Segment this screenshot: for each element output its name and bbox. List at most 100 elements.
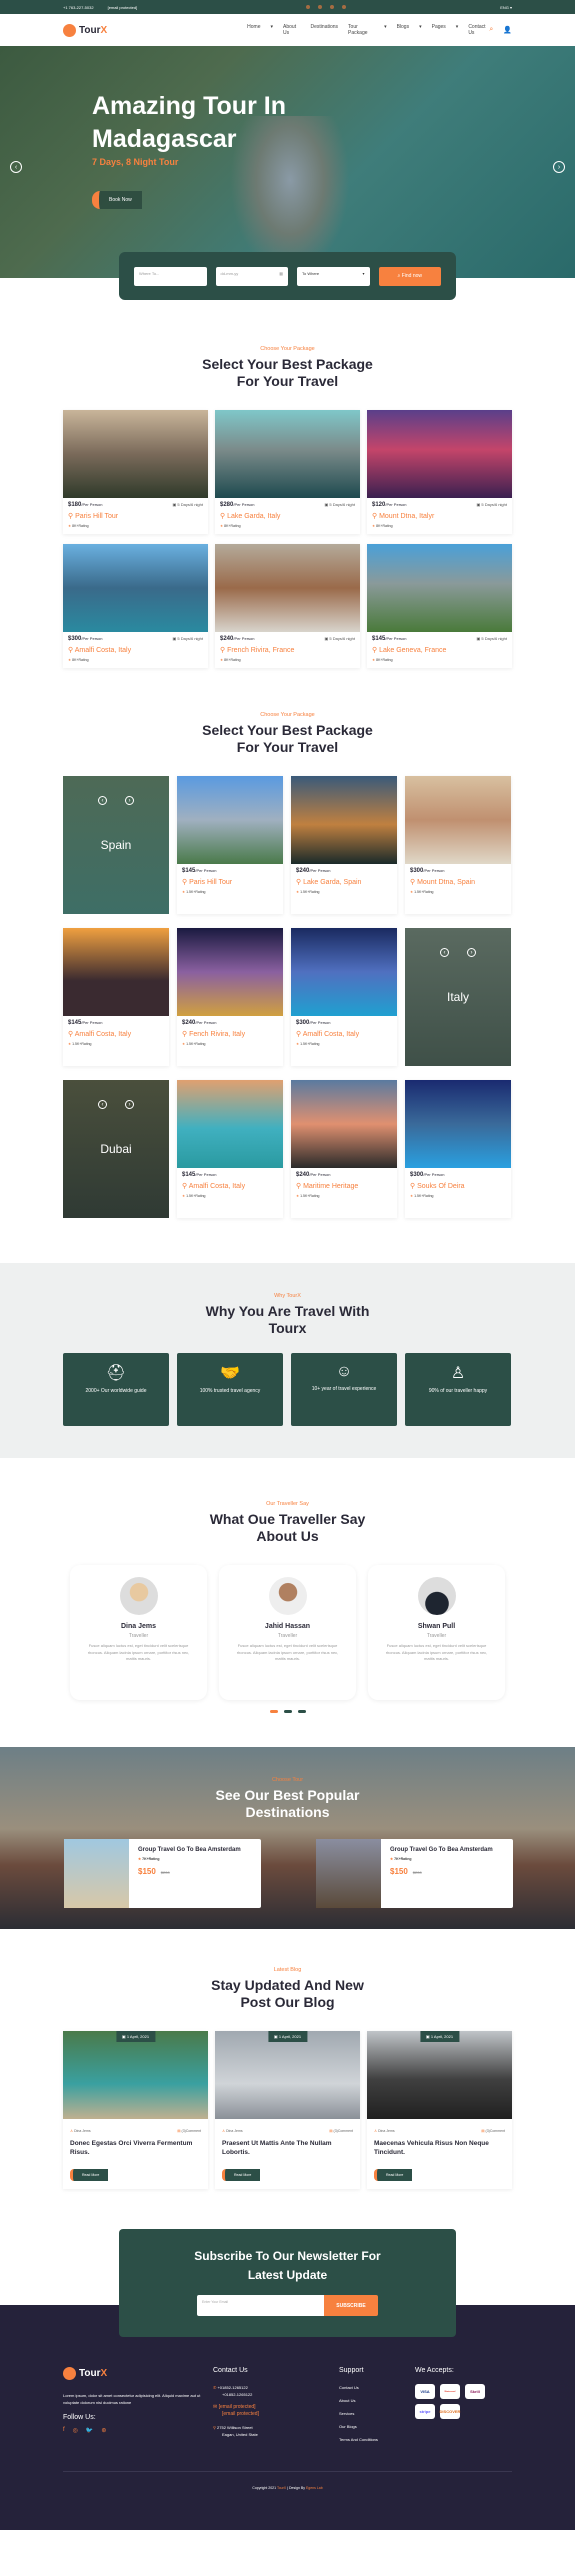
footer-logo[interactable]: Tour X: [63, 2367, 203, 2380]
support-link[interactable]: Contact Us: [339, 2384, 415, 2391]
package-image[interactable]: [291, 776, 397, 864]
nav-item-blogs[interactable]: Blogs: [397, 24, 410, 36]
email-text[interactable]: [email protected]: [108, 5, 138, 10]
package-card[interactable]: $300/Per Person ▣ 5 Days/6 night ⚲ Amalfi …: [63, 544, 208, 668]
package-image[interactable]: [177, 928, 283, 1016]
city-card[interactable]: ‹ › Italy: [405, 928, 511, 1066]
package-title[interactable]: ⚲ Maritime Heritage: [296, 1182, 392, 1190]
package-title[interactable]: ⚲ Amalfi Costa, Italy: [68, 1030, 164, 1038]
nav-item-pages[interactable]: Pages: [432, 24, 446, 36]
search-icon[interactable]: ⌕: [489, 26, 493, 34]
package-image[interactable]: [63, 928, 169, 1016]
author[interactable]: ♙ Dina Jems: [70, 2129, 91, 2133]
phone-1[interactable]: +01852-1265122: [217, 2385, 247, 2390]
read-more-button[interactable]: Read More: [70, 2169, 109, 2181]
blog-title[interactable]: Praesent Ut Mattis Ante The Nullam Lobor…: [215, 2133, 360, 2163]
chevron-right-icon[interactable]: ›: [125, 1100, 134, 1109]
package-image[interactable]: [215, 544, 360, 632]
package-image[interactable]: [177, 776, 283, 864]
email-2[interactable]: [email protected]: [222, 2411, 259, 2417]
package-title[interactable]: ⚲ French Rivira, France: [220, 646, 355, 654]
chevron-left-icon[interactable]: ‹: [98, 1100, 107, 1109]
where-input[interactable]: Where To...: [134, 266, 207, 286]
book-now-button[interactable]: Book Now: [92, 191, 142, 209]
instagram-icon[interactable]: [305, 4, 310, 9]
nav-item-destinations[interactable]: Destinations: [311, 24, 339, 36]
destination-title[interactable]: Group Travel Go To Bea Amsterdam: [138, 1847, 241, 1853]
destination-image[interactable]: [64, 1839, 129, 1908]
package-card[interactable]: $120/Per Person ▣ 5 Days/6 night ⚲ Mount D…: [367, 410, 512, 534]
chevron-left-icon[interactable]: ‹: [10, 161, 22, 173]
email-1[interactable]: [email protected]: [219, 2404, 256, 2410]
package-image[interactable]: [405, 1080, 511, 1168]
package-card[interactable]: $145/Per Person ▣ 5 Days/6 night ⚲ Lake Ge…: [367, 544, 512, 668]
dribbble-icon[interactable]: ⊛: [101, 2427, 106, 2434]
copyright-brand-link[interactable]: TourX: [277, 2486, 286, 2490]
destination-image[interactable]: [316, 1839, 381, 1908]
package-card[interactable]: $145/Per Person ⚲ Paris Hill Tour ★ 1.5K+R…: [177, 776, 283, 914]
package-image[interactable]: [367, 544, 512, 632]
nav-item-about-us[interactable]: About Us: [283, 24, 301, 36]
blog-title[interactable]: Maecenas Vehicula Risus Non Neque Tincid…: [367, 2133, 512, 2163]
comments[interactable]: ▤ (3)Comment: [177, 2129, 201, 2133]
dot[interactable]: [269, 1710, 278, 1713]
city-card[interactable]: ‹ › Dubai: [63, 1080, 169, 1218]
author[interactable]: ♙ Dina Jems: [374, 2129, 395, 2133]
chevron-right-icon[interactable]: ›: [125, 796, 134, 805]
package-image[interactable]: [215, 410, 360, 498]
chevron-left-icon[interactable]: ‹: [98, 796, 107, 805]
logo[interactable]: Tour X: [63, 23, 107, 37]
package-card[interactable]: $240/Per Person ⚲ Fench Rivira, Italy ★ 1.…: [177, 928, 283, 1066]
package-title[interactable]: ⚲ Souks Of Deira: [410, 1182, 506, 1190]
support-link[interactable]: Services: [339, 2410, 415, 2417]
package-card[interactable]: $145/Per Person ⚲ Amalfi Costa, Italy ★ 1.…: [177, 1080, 283, 1218]
city-card[interactable]: ‹ › Spain: [63, 776, 169, 914]
package-card[interactable]: $300/Per Person ⚲ Souks Of Deira ★ 1.5K+Ra…: [405, 1080, 511, 1218]
package-title[interactable]: ⚲ Paris Hill Tour: [68, 512, 203, 520]
comments[interactable]: ▤ (3)Comment: [481, 2129, 505, 2133]
read-more-button[interactable]: Read More: [222, 2169, 261, 2181]
package-card[interactable]: $240/Per Person ⚲ Lake Garda, Spain ★ 1.5K…: [291, 776, 397, 914]
package-card[interactable]: $180/Per Person ▣ 5 Days/6 night ⚲ Paris H…: [63, 410, 208, 534]
phone-2[interactable]: +01852-1265122: [222, 2392, 252, 2397]
designer-link[interactable]: Egens Lab: [306, 2486, 323, 2490]
instagram-icon[interactable]: ◎: [73, 2427, 78, 2434]
destination-card[interactable]: Group Travel Go To Bea Amsterdam ★ 7K+Rat…: [316, 1839, 513, 1908]
phone-text[interactable]: +1 763-227-5032: [63, 5, 94, 10]
chevron-right-icon[interactable]: ›: [467, 948, 476, 957]
package-title[interactable]: ⚲ Paris Hill Tour: [182, 878, 278, 886]
package-image[interactable]: [177, 1080, 283, 1168]
read-more-button[interactable]: Read More: [374, 2169, 413, 2181]
package-title[interactable]: ⚲ Amalfi Costa, Italy: [296, 1030, 392, 1038]
find-now-button[interactable]: ⌕ Find now: [378, 266, 441, 286]
newsletter-email-input[interactable]: Enter Your Email: [197, 2295, 324, 2316]
facebook-icon[interactable]: [317, 4, 322, 9]
package-title[interactable]: ⚲ Mount Dtna, Italyr: [372, 512, 507, 520]
blog-image[interactable]: ▣ 1 April, 2021: [63, 2031, 208, 2119]
package-title[interactable]: ⚲ Fench Rivira, Italy: [182, 1030, 278, 1038]
destination-title[interactable]: Group Travel Go To Bea Amsterdam: [390, 1847, 493, 1853]
package-image[interactable]: [63, 410, 208, 498]
dot[interactable]: [283, 1710, 292, 1713]
support-link[interactable]: Terms And Conditions: [339, 2436, 415, 2443]
language-select[interactable]: ENG ▾: [500, 5, 512, 10]
destination-card[interactable]: Group Travel Go To Bea Amsterdam ★ 7K+Rat…: [64, 1839, 261, 1908]
package-card[interactable]: $240/Per Person ▣ 5 Days/6 night ⚲ French …: [215, 544, 360, 668]
package-title[interactable]: ⚲ Mount Dtna, Spain: [410, 878, 506, 886]
nav-item-tour-package[interactable]: Tour Package: [348, 24, 374, 36]
twitter-icon[interactable]: [329, 4, 334, 9]
subscribe-button[interactable]: SUBSCRIBE: [324, 2295, 378, 2316]
destination-select[interactable]: To Where ▾: [297, 266, 370, 286]
author[interactable]: ♙ Dina Jems: [222, 2129, 243, 2133]
package-card[interactable]: $300/Per Person ⚲ Mount Dtna, Spain ★ 1.5K…: [405, 776, 511, 914]
package-card[interactable]: $280/Per Person ▣ 5 Days/6 night ⚲ Lake Ga…: [215, 410, 360, 534]
package-image[interactable]: [405, 776, 511, 864]
comments[interactable]: ▤ (3)Comment: [329, 2129, 353, 2133]
package-title[interactable]: ⚲ Lake Garda, Spain: [296, 878, 392, 886]
user-icon[interactable]: 👤: [503, 26, 512, 34]
package-image[interactable]: [291, 1080, 397, 1168]
support-link[interactable]: Our Blogs: [339, 2423, 415, 2430]
package-title[interactable]: ⚲ Amalfi Costa, Italy: [68, 646, 203, 654]
chevron-right-icon[interactable]: ›: [553, 161, 565, 173]
package-card[interactable]: $240/Per Person ⚲ Maritime Heritage ★ 1.5K…: [291, 1080, 397, 1218]
